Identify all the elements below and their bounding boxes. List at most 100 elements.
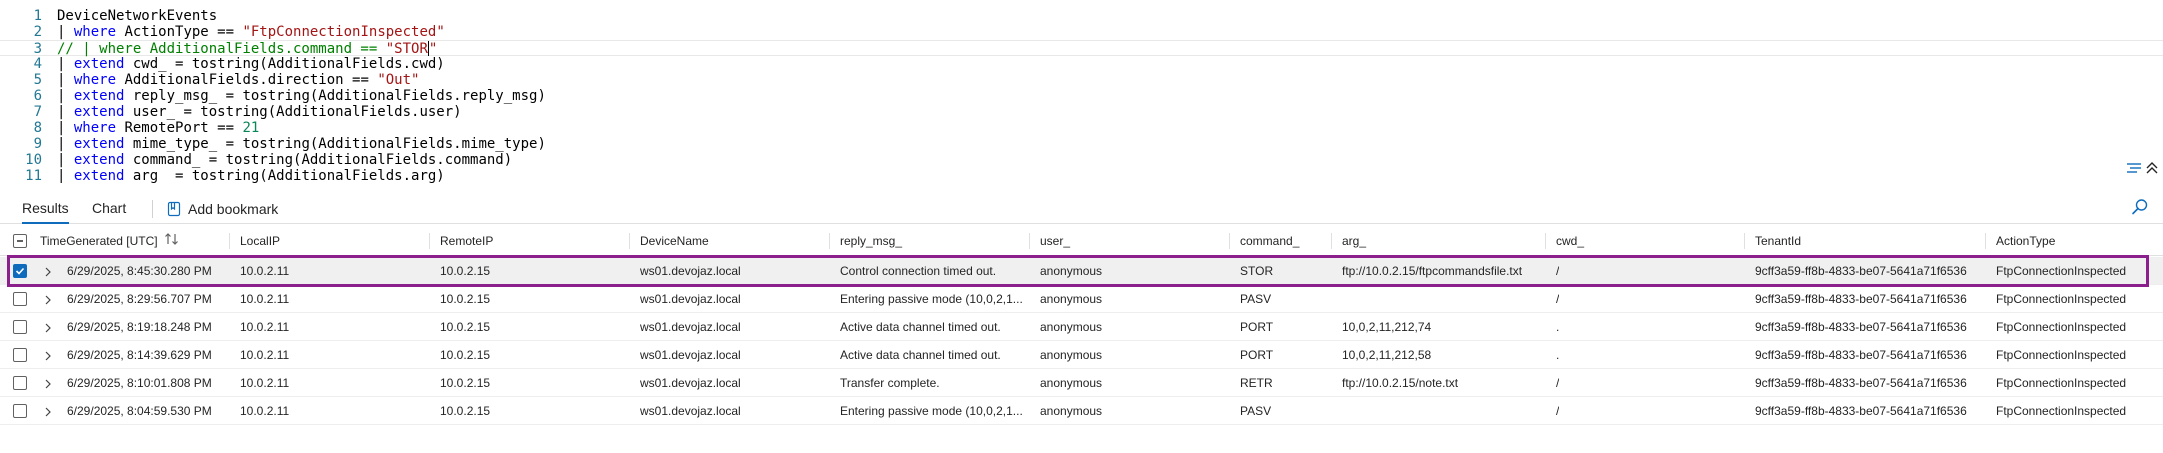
chevron-right-icon[interactable] — [44, 266, 52, 280]
column-header[interactable]: DeviceName — [629, 226, 709, 256]
column-header-label: command_ — [1240, 234, 1300, 248]
code-text: | extend cwd_ = tostring(AdditionalField… — [57, 56, 445, 72]
tab-results[interactable]: Results — [22, 198, 69, 224]
chevron-right-icon[interactable] — [44, 378, 52, 392]
column-header[interactable]: TenantId — [1743, 226, 1802, 256]
collapse-editor-icon[interactable] — [2145, 160, 2159, 176]
table-cell: 9cff3a59-ff8b-4833-be07-5641a71f6536 — [1755, 320, 1967, 334]
table-cell: / — [1556, 264, 1560, 278]
table-cell: 6/29/2025, 8:04:59.530 PM — [67, 404, 212, 418]
code-line[interactable]: 4 | extend cwd_ = tostring(AdditionalFiel… — [0, 56, 2163, 72]
row-checkbox[interactable] — [13, 292, 27, 306]
column-header-label: DeviceName — [640, 234, 709, 248]
chevron-right-icon[interactable] — [44, 322, 52, 336]
search-results-button[interactable] — [2131, 198, 2149, 221]
row-checkbox[interactable] — [13, 404, 27, 418]
column-header[interactable]: arg_ — [1330, 226, 1366, 256]
chevron-right-icon[interactable] — [44, 406, 52, 420]
code-text: | where AdditionalFields.direction == "O… — [57, 72, 419, 88]
table-cell: FtpConnectionInspected — [1996, 264, 2127, 278]
column-header[interactable]: TimeGenerated [UTC] — [40, 226, 180, 256]
select-all-checkbox[interactable] — [13, 234, 27, 248]
row-checkbox[interactable] — [13, 376, 27, 390]
chevron-right-icon[interactable] — [44, 350, 52, 364]
table-row[interactable]: 6/29/2025, 8:19:18.248 PM 10.0.2.11 10.0.2… — [0, 313, 2163, 341]
code-token: | — [57, 24, 74, 40]
table-cell: ws01.devojaz.local — [640, 264, 741, 278]
table-cell: 9cff3a59-ff8b-4833-be07-5641a71f6536 — [1755, 264, 1967, 278]
code-line[interactable]: 8 | where RemotePort == 21 — [0, 120, 2163, 136]
code-line[interactable]: 3 // | where AdditionalFields.command == … — [0, 40, 2163, 57]
chevron-right-icon[interactable] — [44, 294, 52, 308]
table-row[interactable]: 6/29/2025, 8:14:39.629 PM 10.0.2.11 10.0.2… — [0, 341, 2163, 369]
table-cell: ws01.devojaz.local — [640, 376, 741, 390]
code-token: reply_msg_ = tostring(AdditionalFields.r… — [124, 88, 546, 104]
table-cell: anonymous — [1040, 264, 1103, 278]
table-row[interactable]: 6/29/2025, 8:29:56.707 PM 10.0.2.11 10.0.2… — [0, 285, 2163, 313]
code-text: | extend arg_ = tostring(AdditionalField… — [57, 168, 445, 183]
column-header-label: TenantId — [1755, 234, 1802, 248]
column-header[interactable]: LocalIP — [228, 226, 280, 256]
table-row[interactable]: 6/29/2025, 8:04:59.530 PM 10.0.2.11 10.0.2… — [0, 397, 2163, 425]
row-checkbox[interactable] — [13, 264, 27, 278]
table-cell: 10.0.2.11 — [240, 264, 290, 278]
table-cell: FtpConnectionInspected — [1996, 292, 2127, 306]
sort-arrows-icon[interactable] — [164, 227, 180, 257]
table-cell: anonymous — [1040, 376, 1103, 390]
table-cell: anonymous — [1040, 404, 1103, 418]
column-header[interactable]: reply_msg_ — [828, 226, 902, 256]
tab-chart[interactable]: Chart — [92, 198, 126, 222]
row-checkbox[interactable] — [13, 320, 27, 334]
column-header-label: TimeGenerated [UTC] — [40, 234, 158, 248]
code-line[interactable]: 7 | extend user_ = tostring(AdditionalFie… — [0, 104, 2163, 120]
code-line[interactable]: 1 DeviceNetworkEvents — [0, 8, 2163, 24]
table-cell: FtpConnectionInspected — [1996, 404, 2127, 418]
code-token: | — [57, 152, 74, 168]
column-header[interactable]: ActionType — [1984, 226, 2055, 256]
table-cell: FtpConnectionInspected — [1996, 348, 2127, 362]
table-cell: FtpConnectionInspected — [1996, 376, 2127, 390]
table-cell: RETR — [1240, 376, 1273, 390]
table-cell: 10.0.2.11 — [240, 292, 290, 306]
table-row[interactable]: 6/29/2025, 8:10:01.808 PM 10.0.2.11 10.0.2… — [0, 369, 2163, 397]
table-cell: 10,0,2,11,212,58 — [1342, 348, 1432, 362]
code-token: cwd_ = tostring(AdditionalFields.cwd) — [124, 56, 445, 72]
toolbar-divider — [152, 200, 153, 218]
column-header[interactable]: user_ — [1028, 226, 1070, 256]
line-number: 10 — [25, 152, 42, 168]
code-line[interactable]: 6 | extend reply_msg_ = tostring(Addition… — [0, 88, 2163, 104]
row-checkbox[interactable] — [13, 348, 27, 362]
column-header[interactable]: command_ — [1228, 226, 1300, 256]
code-token: where — [73, 72, 117, 88]
code-token: extend — [73, 104, 125, 120]
add-bookmark-button[interactable]: Add bookmark — [166, 198, 278, 220]
table-cell: / — [1556, 292, 1560, 306]
format-query-icon[interactable] — [2125, 160, 2143, 176]
editor-resize-handle[interactable]: ... — [1084, 177, 1109, 183]
code-token: extend — [73, 168, 125, 183]
code-line[interactable]: 10 | extend command_ = tostring(Additiona… — [0, 152, 2163, 168]
code-line[interactable]: 11 | extend arg_ = tostring(AdditionalFie… — [0, 168, 2163, 183]
code-token: AdditionalFields.direction == — [116, 72, 378, 88]
code-line[interactable]: 2 | where ActionType == "FtpConnectionIns… — [0, 24, 2163, 40]
code-text: | where RemotePort == 21 — [57, 120, 259, 136]
table-cell: ws01.devojaz.local — [640, 348, 741, 362]
line-number: 2 — [33, 24, 42, 40]
code-token: where — [73, 120, 117, 136]
code-line[interactable]: 5 | where AdditionalFields.direction == "… — [0, 72, 2163, 88]
code-token: | — [57, 120, 74, 136]
table-row[interactable]: 6/29/2025, 8:45:30.280 PM 10.0.2.11 10.0.2… — [0, 255, 2163, 287]
table-cell: anonymous — [1040, 348, 1103, 362]
line-number: 9 — [33, 136, 42, 152]
table-cell: STOR — [1240, 264, 1274, 278]
column-header[interactable]: cwd_ — [1544, 226, 1584, 256]
grid-header: TimeGenerated [UTC] LocalIP RemoteIP Device… — [0, 226, 2163, 256]
code-line[interactable]: 9 | extend mime_type_ = tostring(Addition… — [0, 136, 2163, 152]
table-cell: . — [1556, 320, 1560, 334]
column-header[interactable]: RemoteIP — [428, 226, 493, 256]
code-token: "FtpConnectionInspected" — [242, 24, 445, 40]
query-editor[interactable]: 1 DeviceNetworkEvents 2 | where ActionType … — [0, 0, 2163, 183]
code-text: | extend mime_type_ = tostring(Additiona… — [57, 136, 546, 152]
table-cell: 10.0.2.11 — [240, 348, 290, 362]
line-number: 3 — [33, 41, 42, 57]
